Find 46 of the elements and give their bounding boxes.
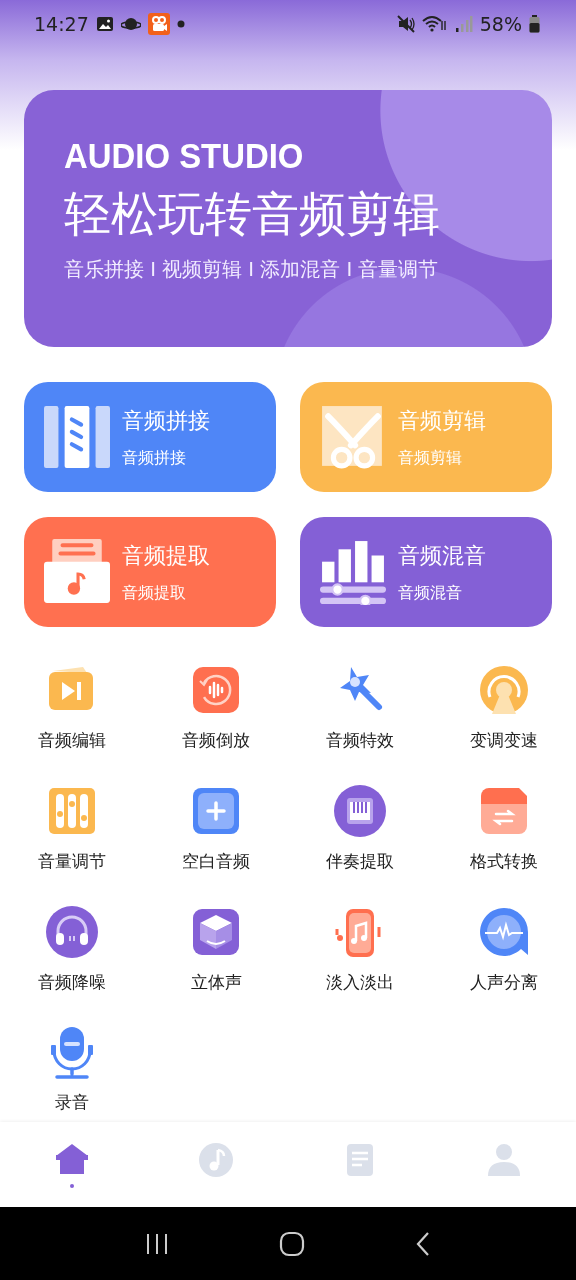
card-subtitle: 音频剪辑 <box>398 447 463 469</box>
tool-label[interactable]: 音量调节 <box>38 850 106 873</box>
tool-label[interactable]: 伴奏提取 <box>326 850 394 873</box>
card-title: 音频提取 <box>122 541 210 570</box>
tool-label[interactable]: 变调变速 <box>470 730 538 752</box>
tool-label[interactable]: 空白音频 <box>182 850 250 873</box>
panels-icon <box>44 404 110 470</box>
tool-label[interactable]: 格式转换 <box>470 850 538 873</box>
dot-icon <box>176 20 185 28</box>
battery-percent: 58% <box>479 13 522 35</box>
tool-label[interactable]: 立体声 <box>190 971 242 994</box>
folder-music-icon <box>44 539 110 605</box>
signal-icon <box>454 15 473 33</box>
card-title: 音频拼接 <box>122 406 210 435</box>
music-note-icon <box>198 1141 234 1178</box>
card-subtitle: 音频拼接 <box>122 447 187 469</box>
tool-label[interactable]: 录音 <box>55 1092 89 1115</box>
headphones-icon <box>45 904 99 959</box>
image-icon <box>95 16 114 32</box>
person-icon <box>486 1141 522 1178</box>
banner-title: AUDIO STUDIO <box>64 136 304 176</box>
clock: 14:27 <box>34 13 89 35</box>
feature-card[interactable]: 音频混音 音频混音 <box>300 517 552 627</box>
broadcast-icon <box>477 663 531 717</box>
battery-icon <box>529 15 540 33</box>
camera-app-icon <box>147 13 170 35</box>
equalizer-icon <box>320 539 386 605</box>
tool-label[interactable]: 音频倒放 <box>182 730 250 752</box>
back-icon[interactable] <box>415 1230 431 1257</box>
tool-label[interactable]: 淡入淡出 <box>326 971 394 994</box>
banner-subtitle: 音乐拼接 I 视频剪辑 I 添加混音 I 音量调节 <box>64 257 439 284</box>
card-title: 音频混音 <box>398 541 486 570</box>
planet-icon <box>120 16 141 32</box>
banner-headline: 轻松玩转音频剪辑 <box>64 186 440 243</box>
home-button-icon[interactable] <box>279 1230 305 1257</box>
card-subtitle: 音频混音 <box>398 582 463 604</box>
card-subtitle: 音频提取 <box>122 582 187 604</box>
tool-label[interactable]: 音频特效 <box>326 730 394 752</box>
tool-label[interactable]: 音频编辑 <box>38 730 106 752</box>
tool-label[interactable]: 音频降噪 <box>38 971 106 994</box>
recent-apps-icon[interactable] <box>145 1232 169 1255</box>
tool-label[interactable]: 人声分离 <box>470 971 538 994</box>
wifi-icon <box>421 15 448 33</box>
piano-icon <box>333 783 387 838</box>
card-title: 音频剪辑 <box>398 406 486 435</box>
mute-icon <box>396 15 415 33</box>
